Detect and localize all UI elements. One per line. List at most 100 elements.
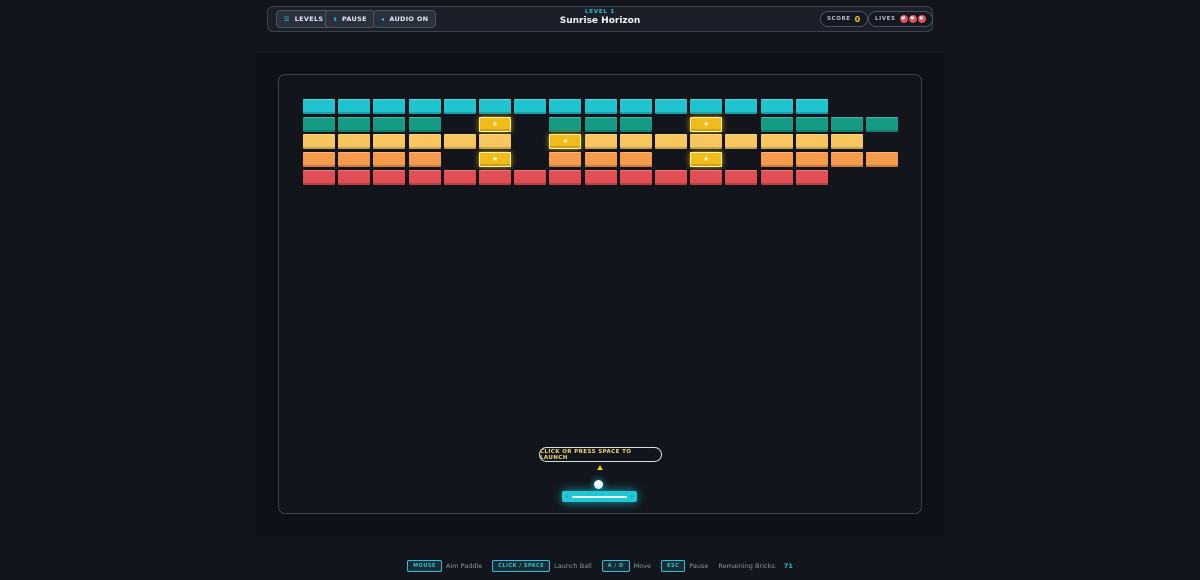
hint-mouse: MOUSE Aim Paddle xyxy=(407,560,482,572)
paddle-grip-right-icon: › xyxy=(630,493,633,500)
brick xyxy=(655,169,687,185)
star-brick: ★ xyxy=(549,134,582,150)
brick xyxy=(338,152,371,168)
key-badge: CLICK / SPACE xyxy=(492,560,551,572)
brick xyxy=(443,134,476,150)
brick xyxy=(373,134,406,150)
brick xyxy=(479,99,511,114)
brick xyxy=(408,134,441,150)
score-label: SCORE xyxy=(827,16,851,22)
brick xyxy=(831,134,863,150)
brick xyxy=(760,169,793,185)
brick xyxy=(690,99,723,114)
controls-footer: MOUSE Aim Paddle CLICK / SPACE Launch Ba… xyxy=(0,560,1200,572)
brick xyxy=(584,169,617,185)
brick xyxy=(831,152,863,168)
brick xyxy=(760,152,793,168)
brick xyxy=(303,134,335,150)
paddle[interactable]: ‹ › xyxy=(562,491,637,502)
star-icon: ★ xyxy=(491,155,499,164)
game-area: ★ ★ ★ ★ ★ CLICK OR PRESS SPACE TO LAUNCH ‹ › xyxy=(256,53,944,536)
heart-icon: ♥ xyxy=(908,15,917,23)
brick xyxy=(584,134,617,150)
hint-move: A / D Move xyxy=(601,560,652,572)
brick xyxy=(373,152,406,168)
brick xyxy=(479,134,511,150)
heart-icon: ♥ xyxy=(899,15,908,23)
brick xyxy=(619,134,652,150)
key-description: Move xyxy=(633,562,652,570)
star-icon: ★ xyxy=(703,119,710,128)
brick xyxy=(725,134,758,150)
star-brick: ★ xyxy=(690,152,723,168)
heart-icon: ♥ xyxy=(917,15,926,23)
brick xyxy=(303,116,335,132)
score-value: 0 xyxy=(854,14,861,24)
brick xyxy=(373,99,406,114)
brick xyxy=(866,116,899,132)
brick xyxy=(549,169,582,185)
brick xyxy=(443,99,476,114)
brick xyxy=(619,99,652,114)
score-display: SCORE 0 xyxy=(820,11,868,27)
top-bar: ☰ LEVELS ॥ PAUSE ◂ AUDIO ON LEVEL 1 Sunr… xyxy=(267,6,933,32)
star-brick: ★ xyxy=(479,152,511,168)
ball xyxy=(594,480,603,489)
brick xyxy=(408,116,441,132)
key-description: Pause xyxy=(689,562,709,570)
brick xyxy=(373,169,406,185)
brick xyxy=(690,134,723,150)
star-icon: ★ xyxy=(491,119,499,128)
brick xyxy=(338,99,371,114)
launch-hint: CLICK OR PRESS SPACE TO LAUNCH xyxy=(539,447,662,462)
brick xyxy=(760,116,793,132)
remaining-bricks: Remaining Bricks: 71 xyxy=(718,562,792,570)
key-badge: ESC xyxy=(661,560,686,572)
brick xyxy=(619,152,652,168)
paddle-highlight xyxy=(572,495,627,498)
brick xyxy=(584,116,617,132)
key-badge: A / D xyxy=(601,560,630,572)
brick xyxy=(795,134,828,150)
brick xyxy=(303,99,335,114)
remaining-bricks-label: Remaining Bricks: xyxy=(718,562,777,570)
brick xyxy=(338,116,371,132)
brick xyxy=(760,134,793,150)
brick xyxy=(725,169,758,185)
brick xyxy=(795,99,828,114)
hint-launch: CLICK / SPACE Launch Ball xyxy=(492,560,592,572)
brick xyxy=(338,134,371,150)
play-field[interactable]: ★ ★ ★ ★ ★ CLICK OR PRESS SPACE TO LAUNCH ‹ › xyxy=(278,74,922,514)
brick xyxy=(549,116,582,132)
brick xyxy=(549,152,582,168)
brick xyxy=(655,134,687,150)
lives-hearts: ♥ ♥ ♥ xyxy=(899,15,926,23)
star-brick: ★ xyxy=(479,116,511,132)
brick xyxy=(373,116,406,132)
brick xyxy=(514,99,547,114)
brick xyxy=(479,169,511,185)
launch-arrow-icon xyxy=(597,465,603,470)
brick xyxy=(408,152,441,168)
brick xyxy=(338,169,371,185)
remaining-bricks-value: 71 xyxy=(783,562,793,570)
brick xyxy=(443,169,476,185)
brick xyxy=(619,169,652,185)
brick xyxy=(795,169,828,185)
paddle-grip-left-icon: ‹ xyxy=(566,493,569,500)
brick xyxy=(584,99,617,114)
brick xyxy=(303,169,335,185)
hint-pause: ESC Pause xyxy=(661,560,708,572)
star-icon: ★ xyxy=(703,155,710,164)
brick xyxy=(408,169,441,185)
lives-label: LIVES xyxy=(875,16,896,22)
brick xyxy=(549,99,582,114)
star-brick: ★ xyxy=(690,116,723,132)
lives-display: LIVES ♥ ♥ ♥ xyxy=(868,11,933,27)
brick xyxy=(619,116,652,132)
key-description: Aim Paddle xyxy=(445,562,483,570)
brick xyxy=(725,99,758,114)
brick xyxy=(408,99,441,114)
star-icon: ★ xyxy=(562,137,569,146)
brick xyxy=(866,152,899,168)
